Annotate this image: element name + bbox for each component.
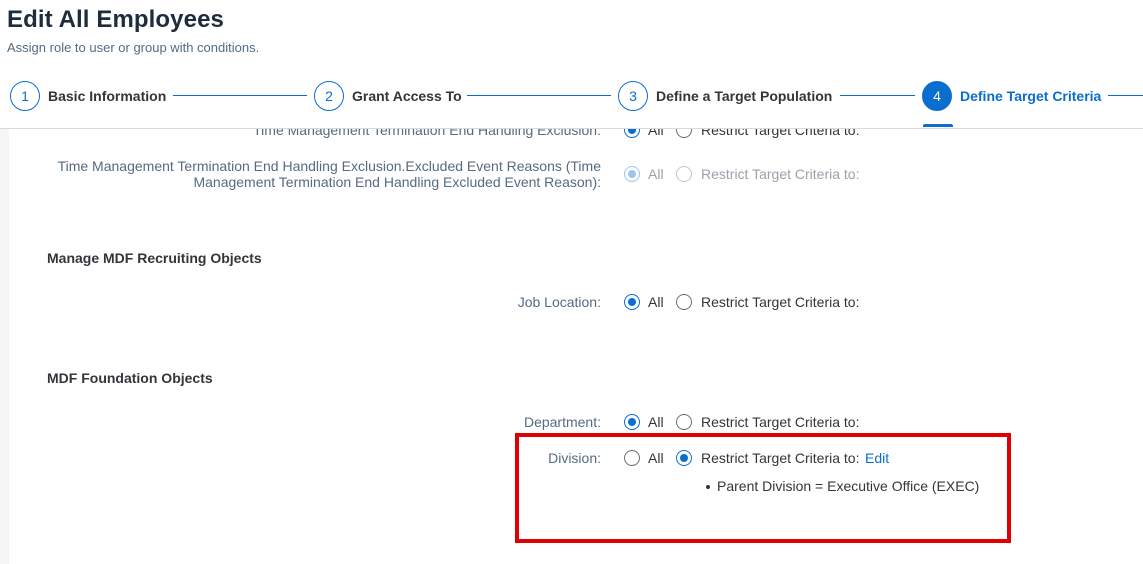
step-label: Basic Information	[48, 88, 167, 104]
radio-restrict-label: Restrict Target Criteria to:	[701, 414, 860, 430]
radio-restrict[interactable]	[676, 414, 692, 430]
criteria-row-tm-exclusion: Time Management Termination End Handling…	[0, 129, 1143, 141]
radio-all-label: All	[648, 166, 664, 182]
section-title-foundation: MDF Foundation Objects	[47, 370, 213, 386]
radio-all[interactable]	[624, 294, 640, 310]
radio-restrict	[676, 166, 692, 182]
step-label: Grant Access To	[352, 88, 462, 104]
radio-restrict-label: Restrict Target Criteria to:	[701, 166, 860, 182]
radio-all-label: All	[648, 294, 664, 310]
row-label: Time Management Termination End Handling…	[253, 129, 601, 138]
wizard-connector	[173, 95, 307, 96]
radio-restrict[interactable]	[676, 294, 692, 310]
page-header: Edit All Employees Assign role to user o…	[0, 0, 1143, 129]
wizard-connector	[1108, 95, 1143, 96]
radio-all[interactable]	[624, 129, 640, 138]
step-number: 2	[314, 81, 344, 111]
wizard-step-define-target-criteria[interactable]: 4 Define Target Criteria	[922, 80, 1101, 112]
step-label: Define a Target Population	[656, 88, 833, 104]
radio-restrict[interactable]	[676, 129, 692, 138]
row-label-line: Management Termination End Handling Excl…	[193, 174, 601, 190]
highlight-box	[515, 433, 1011, 543]
wizard-step-define-target-population[interactable]: 3 Define a Target Population	[618, 80, 832, 112]
step-label: Define Target Criteria	[960, 88, 1102, 104]
page-title: Edit All Employees	[7, 6, 224, 33]
radio-restrict-label: Restrict Target Criteria to:	[701, 294, 860, 310]
row-label-line: Time Management Termination End Handling…	[57, 158, 601, 174]
row-label: Time Management Termination End Handling…	[58, 158, 601, 190]
step-number: 1	[10, 81, 40, 111]
criteria-row-department: Department: All Restrict Target Criteria…	[0, 413, 1143, 433]
wizard-connector	[467, 95, 611, 96]
criteria-row-tm-excluded-reasons: Time Management Termination End Handling…	[0, 158, 1143, 192]
wizard-step-grant-access-to[interactable]: 2 Grant Access To	[314, 80, 462, 112]
row-label: Department:	[523, 414, 601, 430]
radio-all-label: All	[648, 129, 664, 138]
radio-all-label: All	[648, 414, 664, 430]
active-step-indicator	[923, 124, 953, 127]
row-label: Job Location:	[517, 294, 601, 310]
step-number: 3	[618, 81, 648, 111]
wizard-connector	[840, 95, 915, 96]
step-number: 4	[922, 81, 952, 111]
criteria-row-job-location: Job Location: All Restrict Target Criter…	[0, 293, 1143, 313]
radio-restrict-label: Restrict Target Criteria to:	[701, 129, 860, 138]
radio-all[interactable]	[624, 414, 640, 430]
page-subtitle: Assign role to user or group with condit…	[7, 40, 260, 55]
radio-all	[624, 166, 640, 182]
wizard-step-basic-information[interactable]: 1 Basic Information	[10, 80, 166, 112]
section-title-recruiting: Manage MDF Recruiting Objects	[47, 250, 262, 266]
